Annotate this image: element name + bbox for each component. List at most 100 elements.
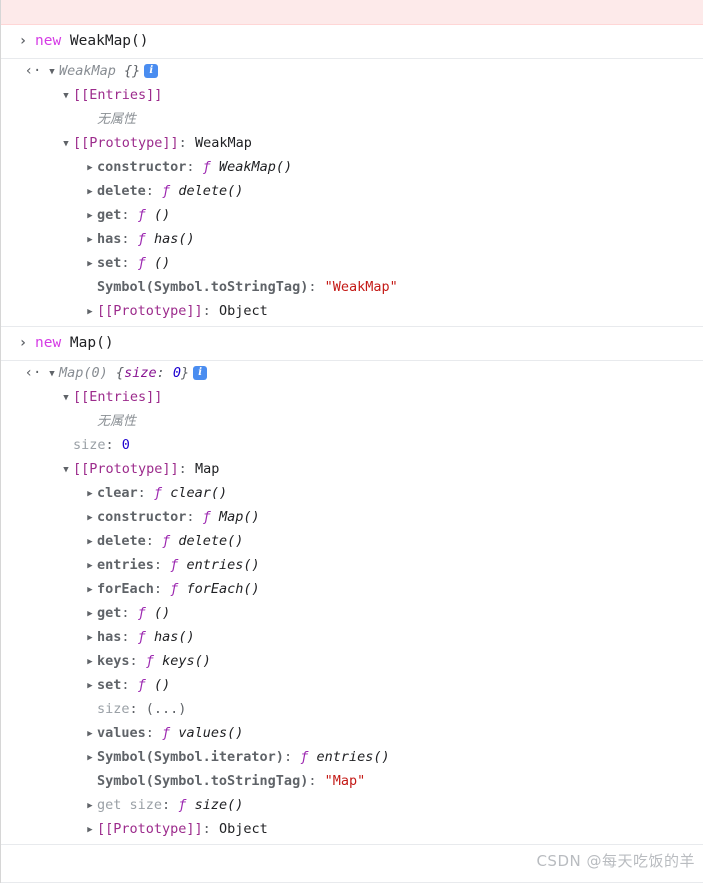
twisty-closed-icon[interactable]: ▶ [83, 746, 97, 770]
tree-node-property[interactable]: ▶ keys: ƒ keys() [11, 649, 703, 673]
console-command-row[interactable]: › new WeakMap() [1, 25, 703, 59]
property-name: set [97, 255, 122, 271]
tree-node-prototype[interactable]: ▶ [[Prototype]]: Object [11, 817, 703, 841]
property-value: delete() [178, 533, 244, 549]
twisty-closed-icon[interactable]: ▶ [83, 674, 97, 698]
property-name: get [97, 605, 122, 621]
twisty-open-icon[interactable]: ▼ [45, 362, 59, 386]
console-panel[interactable]: ( ( ) ) ›new WeakMap() ‹·▼WeakMap {}i ▼[… [0, 0, 703, 883]
tree-node-property[interactable]: ▶ entries: ƒ entries() [11, 553, 703, 577]
tree-node-property[interactable]: ▶ get: ƒ () [11, 203, 703, 227]
getter-name: get size [97, 797, 163, 813]
property-name: size [73, 437, 106, 453]
internal-slot-label: [[Entries]] [73, 87, 163, 103]
property-value[interactable]: (...) [146, 701, 187, 717]
object-tree[interactable]: ▼ [[Entries]] 无属性 ▼ [[Prototype]]: WeakMap… [11, 83, 703, 323]
result-header[interactable]: ‹· ▼ Map(0) {size: 0} i [11, 361, 703, 385]
tree-node-property[interactable]: ▶ forEach: ƒ forEach() [11, 577, 703, 601]
property-name: clear [97, 485, 138, 501]
property-name: has [97, 231, 122, 247]
object-tree[interactable]: ▼ [[Entries]] 无属性 size: 0 ▼ [[Prototype]]:… [11, 385, 703, 841]
tree-node-property[interactable]: ▶ constructor: ƒ WeakMap() [11, 155, 703, 179]
tree-node-property[interactable]: ▶ delete: ƒ delete() [11, 529, 703, 553]
colon: : [145, 533, 163, 549]
colon: : [121, 629, 138, 645]
property-name: values [97, 725, 146, 741]
symbol-name: Symbol(Symbol.iterator) [97, 749, 284, 765]
twisty-closed-icon[interactable]: ▶ [83, 602, 97, 626]
symbol-name: Symbol(Symbol.toStringTag) [97, 773, 309, 789]
colon: : [105, 437, 122, 453]
tree-node-property[interactable]: ▶ values: ƒ values() [11, 721, 703, 745]
function-marker-icon: ƒ [162, 533, 171, 549]
info-icon[interactable]: i [193, 366, 208, 380]
property-value: () [153, 677, 171, 693]
prototype-value: Object [218, 303, 268, 319]
twisty-closed-icon[interactable]: ▶ [83, 530, 97, 554]
twisty-open-icon[interactable]: ▼ [59, 84, 73, 108]
twisty-closed-icon[interactable]: ▶ [83, 156, 97, 180]
property-name: keys [97, 653, 130, 669]
colon: : [202, 303, 219, 319]
info-icon[interactable]: i [144, 64, 159, 78]
tree-node-prototype[interactable]: ▼ [[Prototype]]: Map [11, 457, 703, 481]
colon: : [186, 509, 203, 525]
twisty-closed-icon[interactable]: ▶ [83, 554, 97, 578]
twisty-closed-icon[interactable]: ▶ [83, 626, 97, 650]
tree-node-property[interactable]: ▶ has: ƒ has() [11, 227, 703, 251]
tree-node-property[interactable]: ▶ constructor: ƒ Map() [11, 505, 703, 529]
result-header[interactable]: ‹· ▼ WeakMap {} i [11, 59, 703, 83]
twisty-closed-icon[interactable]: ▶ [83, 794, 97, 818]
function-marker-icon: ƒ [137, 255, 146, 271]
prompt-icon: › [18, 335, 28, 351]
tree-node-own-property: size: 0 [11, 433, 703, 457]
tree-node-entries[interactable]: ▼ [[Entries]] [11, 385, 703, 409]
tree-node-getter[interactable]: ▶ get size: ƒ size() [11, 793, 703, 817]
clipped-error-row[interactable]: ( ( ) ) [1, 0, 703, 25]
twisty-open-icon[interactable]: ▼ [59, 386, 73, 410]
property-name: delete [97, 183, 146, 199]
colon: : [308, 279, 325, 295]
twisty-closed-icon[interactable]: ▶ [83, 204, 97, 228]
twisty-open-icon[interactable]: ▼ [45, 60, 59, 84]
tree-node-property[interactable]: ▶ set: ƒ () [11, 251, 703, 275]
command-expression: Map() [61, 335, 114, 351]
return-icon: ‹· [24, 365, 42, 381]
command-expression: WeakMap() [61, 33, 149, 49]
console-result-row[interactable]: ‹· ▼ Map(0) {size: 0} i ▼ [[Entries]] 无属性 si… [1, 361, 703, 845]
colon: : [186, 159, 203, 175]
twisty-closed-icon[interactable]: ▶ [83, 300, 97, 324]
twisty-closed-icon[interactable]: ▶ [83, 722, 97, 746]
twisty-closed-icon[interactable]: ▶ [83, 180, 97, 204]
twisty-closed-icon[interactable]: ▶ [83, 228, 97, 252]
property-name: has [97, 629, 122, 645]
twisty-closed-icon[interactable]: ▶ [83, 482, 97, 506]
tree-node-entries[interactable]: ▼ [[Entries]] [11, 83, 703, 107]
twisty-closed-icon[interactable]: ▶ [83, 506, 97, 530]
tree-node-prototype[interactable]: ▼ [[Prototype]]: WeakMap [11, 131, 703, 155]
tree-node-symbol[interactable]: ▶ Symbol(Symbol.iterator): ƒ entries() [11, 745, 703, 769]
twisty-closed-icon[interactable]: ▶ [83, 650, 97, 674]
console-command-row[interactable]: › new Map() [1, 327, 703, 361]
colon: : [145, 725, 163, 741]
console-result-row[interactable]: ‹· ▼ WeakMap {} i ▼ [[Entries]] 无属性 ▼ [[Proto… [1, 59, 703, 327]
twisty-closed-icon[interactable]: ▶ [83, 578, 97, 602]
twisty-open-icon[interactable]: ▼ [59, 132, 73, 156]
property-value: Map() [218, 509, 260, 525]
tree-node-property[interactable]: ▶ has: ƒ has() [11, 625, 703, 649]
preview-key: size [124, 365, 157, 381]
tree-node-property[interactable]: ▶ set: ƒ () [11, 673, 703, 697]
function-marker-icon: ƒ [137, 605, 146, 621]
tree-node-property[interactable]: ▶ clear: ƒ clear() [11, 481, 703, 505]
twisty-closed-icon[interactable]: ▶ [83, 818, 97, 842]
twisty-closed-icon[interactable]: ▶ [83, 252, 97, 276]
property-value: delete() [178, 183, 244, 199]
twisty-open-icon[interactable]: ▼ [59, 458, 73, 482]
object-name: WeakMap [59, 63, 116, 79]
tree-node-property[interactable]: ▶ get: ƒ () [11, 601, 703, 625]
tree-node-prototype[interactable]: ▶ [[Prototype]]: Object [11, 299, 703, 323]
colon: : [153, 557, 171, 573]
colon: : [121, 677, 138, 693]
tree-node-property[interactable]: ▶ delete: ƒ delete() [11, 179, 703, 203]
command-keyword: new [35, 33, 62, 49]
